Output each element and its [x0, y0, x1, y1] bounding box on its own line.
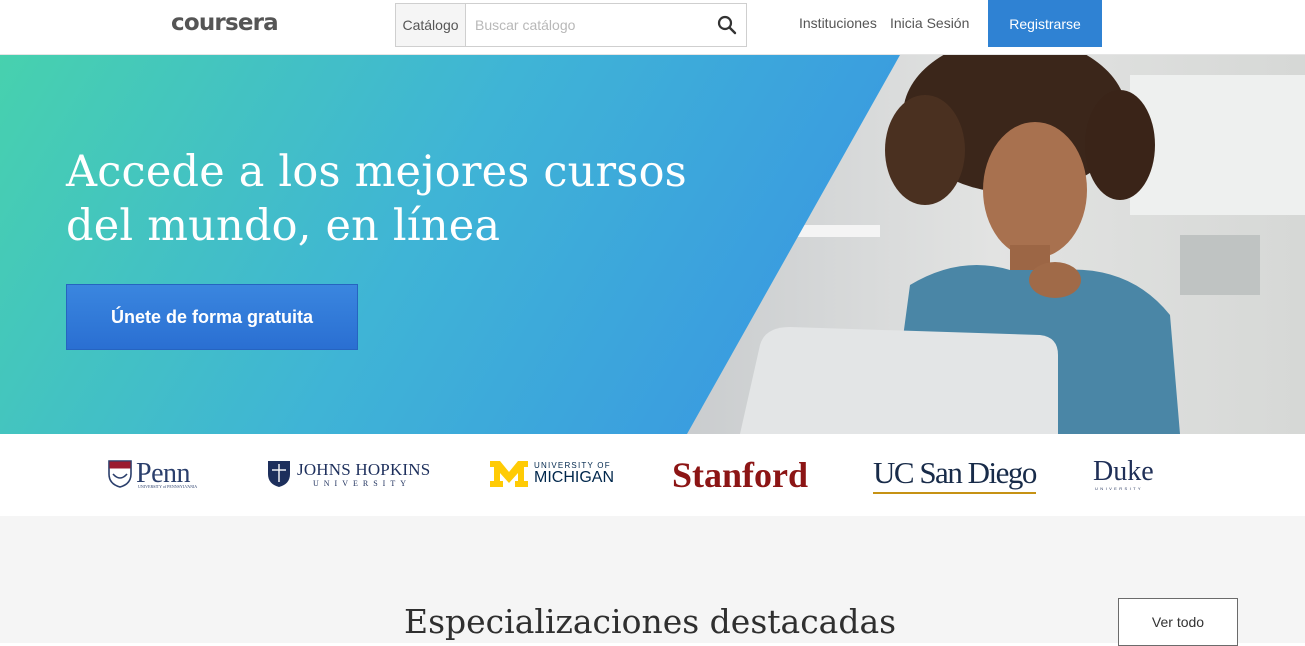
- jhu-name: JOHNS HOPKINS: [297, 460, 431, 479]
- search-input[interactable]: [467, 4, 707, 46]
- featured-specializations-section: Especializaciones destacadas Ver todo: [0, 516, 1305, 646]
- jhu-subtitle: UNIVERSITY: [313, 479, 411, 488]
- search-bar: Catálogo: [395, 3, 747, 47]
- jhu-shield-icon: [268, 461, 290, 487]
- duke-logo[interactable]: Duke UNIVERSITY: [1093, 456, 1154, 491]
- penn-subtitle: UNIVERSITY of PENNSYLVANIA: [138, 484, 198, 489]
- join-free-button[interactable]: Únete de forma gratuita: [66, 284, 358, 350]
- section-title: Especializaciones destacadas: [404, 602, 897, 641]
- catalog-button[interactable]: Catálogo: [396, 4, 466, 46]
- partner-logos-strip: Penn UNIVERSITY of PENNSYLVANIA JOHNS HO…: [0, 434, 1305, 516]
- top-header: coursera Catálogo Instituciones Inicia S…: [0, 0, 1305, 55]
- register-button[interactable]: Registrarse: [988, 0, 1102, 47]
- michigan-name: MICHIGAN: [534, 469, 614, 486]
- penn-shield-icon: [108, 460, 132, 488]
- michigan-block-m-icon: [490, 461, 528, 487]
- search-icon: [717, 15, 737, 35]
- institutions-link[interactable]: Instituciones: [799, 15, 877, 31]
- hero-title: Accede a los mejores cursos del mundo, e…: [66, 147, 687, 251]
- uc-san-diego-logo[interactable]: UC San Diego: [873, 455, 1037, 494]
- coursera-logo[interactable]: coursera: [171, 10, 279, 36]
- login-link[interactable]: Inicia Sesión: [890, 15, 969, 31]
- duke-name: Duke: [1093, 456, 1154, 487]
- duke-subtitle: UNIVERSITY: [1095, 486, 1144, 491]
- stanford-logo[interactable]: Stanford: [672, 454, 808, 496]
- see-all-button[interactable]: Ver todo: [1118, 598, 1238, 646]
- hero-banner: Accede a los mejores cursos del mundo, e…: [0, 55, 1305, 434]
- search-button[interactable]: [716, 14, 738, 36]
